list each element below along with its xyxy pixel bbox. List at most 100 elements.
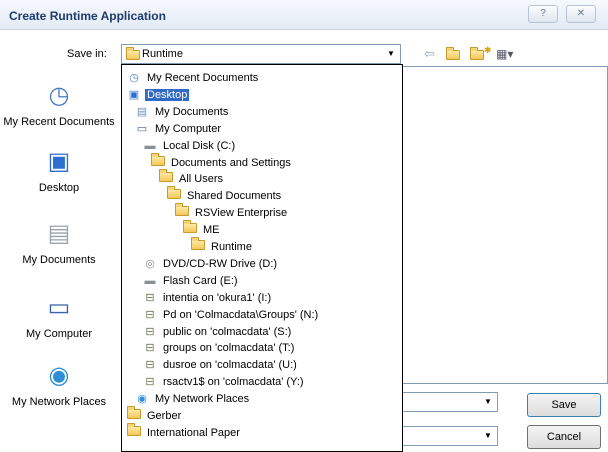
my-computer-icon: ▭ xyxy=(47,294,71,321)
folder-icon xyxy=(150,152,166,170)
dropdown-item-label: groups on 'colmacdata' (T:) xyxy=(163,342,295,355)
close-button[interactable]: ✕ xyxy=(566,5,596,23)
folder-icon xyxy=(158,169,174,186)
recent-documents-icon: ◷ xyxy=(48,82,70,109)
my-documents-icon: ▤ xyxy=(136,105,148,118)
views-menu-icon[interactable]: ▦▾ xyxy=(496,46,513,62)
dropdown-item[interactable]: ▣ Desktop xyxy=(126,87,190,103)
dropdown-item-label: Shared Documents xyxy=(187,190,282,203)
dropdown-item[interactable]: ◷ My Recent Documents xyxy=(126,70,260,86)
dropdown-item-label: All Users xyxy=(179,173,224,186)
dropdown-item[interactable]: ◎ DVD/CD-RW Drive (D:) xyxy=(142,256,279,272)
dropdown-item-label: Documents and Settings xyxy=(171,156,291,169)
dropdown-item-label: public on 'colmacdata' (S:) xyxy=(163,325,292,338)
dropdown-item[interactable]: Runtime xyxy=(190,237,254,255)
place-network-places[interactable]: ◉ My Network Places xyxy=(0,360,118,408)
dropdown-item-label: Local Disk (C:) xyxy=(163,139,236,152)
file-type-field[interactable]: ▼ xyxy=(400,426,498,446)
dropdown-item-label: intentia on 'okura1' (I:) xyxy=(163,291,272,304)
title-bar: Create Runtime Application ? ✕ xyxy=(0,0,608,30)
desktop-icon: ▣ xyxy=(128,88,140,101)
chevron-down-icon[interactable]: ▼ xyxy=(383,46,399,62)
dropdown-item[interactable]: ⊟ dusroe on 'colmacdata' (U:) xyxy=(142,357,299,373)
network-drive-icon: ⊟ xyxy=(145,325,155,338)
dropdown-item-label: rsactv1$ on 'colmacdata' (Y:) xyxy=(163,376,304,389)
dropdown-item-label: RSView Enterprise xyxy=(195,207,288,220)
save-in-label: Save in: xyxy=(67,48,107,60)
dropdown-item[interactable]: ⊟ groups on 'colmacdata' (T:) xyxy=(142,340,296,356)
place-label: Desktop xyxy=(38,182,80,194)
my-documents-icon: ▤ xyxy=(47,220,71,247)
dropdown-item-label: My Computer xyxy=(155,122,222,135)
drive-icon: ▬ xyxy=(144,274,156,287)
dropdown-item[interactable]: Shared Documents xyxy=(166,186,283,204)
dropdown-item-label: Desktop xyxy=(145,88,190,101)
file-name-field[interactable]: ▼ xyxy=(400,392,498,412)
place-my-documents[interactable]: ▤ My Documents xyxy=(0,218,118,266)
places-bar: ◷ My Recent Documents ▣ Desktop ▤ My Doc… xyxy=(0,66,118,452)
dropdown-item[interactable]: ▤ My Documents xyxy=(134,104,230,120)
dropdown-item-label: My Recent Documents xyxy=(147,72,259,85)
dropdown-item[interactable]: Documents and Settings xyxy=(150,152,293,171)
place-label: My Recent Documents xyxy=(3,116,115,128)
network-drive-icon: ⊟ xyxy=(145,342,155,355)
place-recent-documents[interactable]: ◷ My Recent Documents xyxy=(0,80,118,128)
drive-icon: ▬ xyxy=(144,139,156,152)
network-places-icon: ◉ xyxy=(137,393,147,406)
back-icon[interactable]: ⇦ xyxy=(424,46,435,62)
place-label: My Computer xyxy=(25,328,93,340)
dropdown-item[interactable]: International Paper xyxy=(126,422,242,441)
folder-icon xyxy=(126,422,142,440)
dropdown-item[interactable]: ⊟ public on 'colmacdata' (S:) xyxy=(142,324,293,340)
dvd-drive-icon: ◎ xyxy=(145,257,155,270)
dropdown-item[interactable]: ▬ Local Disk (C:) xyxy=(142,138,237,154)
folder-icon xyxy=(126,47,140,60)
dropdown-item-label: Flash Card (E:) xyxy=(163,274,238,287)
save-button[interactable]: Save xyxy=(527,393,601,417)
dropdown-item[interactable]: ME xyxy=(182,220,222,238)
save-in-dropdown-list[interactable]: ◷ My Recent Documents ▣ Desktop ▤ My Document… xyxy=(121,64,403,452)
chevron-down-icon[interactable]: ▼ xyxy=(481,429,495,443)
network-drive-icon: ⊟ xyxy=(145,359,155,372)
dropdown-item[interactable]: ⊟ intentia on 'okura1' (I:) xyxy=(142,290,273,306)
chevron-down-icon[interactable]: ▼ xyxy=(481,395,495,409)
folder-icon xyxy=(126,406,142,423)
dropdown-item[interactable]: ⊟ Pd on 'Colmacdata\Groups' (N:) xyxy=(142,307,320,323)
recent-documents-icon: ◷ xyxy=(129,72,139,85)
dropdown-item-label: Gerber xyxy=(147,410,182,423)
dropdown-item-label: Runtime xyxy=(211,241,252,254)
dropdown-item[interactable]: Gerber xyxy=(126,406,183,424)
dropdown-item-label: Pd on 'Colmacdata\Groups' (N:) xyxy=(163,308,319,321)
help-button[interactable]: ? xyxy=(528,5,558,23)
save-in-combo[interactable]: Runtime ▼ xyxy=(121,44,401,64)
folder-icon xyxy=(190,237,206,254)
network-drive-icon: ⊟ xyxy=(145,291,155,304)
dropdown-item[interactable]: ⊟ rsactv1$ on 'colmacdata' (Y:) xyxy=(142,374,306,390)
folder-icon xyxy=(166,186,182,203)
dropdown-item[interactable]: ▭ My Computer xyxy=(134,121,223,137)
my-computer-icon: ▭ xyxy=(136,122,148,135)
window-title: Create Runtime Application xyxy=(9,9,166,23)
dropdown-item-label: dusroe on 'colmacdata' (U:) xyxy=(163,359,297,372)
place-desktop[interactable]: ▣ Desktop xyxy=(0,146,118,194)
folder-icon xyxy=(182,220,198,237)
network-drive-icon: ⊟ xyxy=(145,308,155,321)
dropdown-item-label: DVD/CD-RW Drive (D:) xyxy=(163,257,278,270)
place-my-computer[interactable]: ▭ My Computer xyxy=(0,292,118,340)
network-places-icon: ◉ xyxy=(48,362,70,389)
cancel-button[interactable]: Cancel xyxy=(527,425,601,449)
dropdown-item[interactable]: All Users xyxy=(158,169,225,187)
up-folder-icon[interactable] xyxy=(446,46,460,62)
dropdown-item-label: My Network Places xyxy=(155,393,250,406)
dropdown-item[interactable]: ▬ Flash Card (E:) xyxy=(142,273,240,289)
place-label: My Network Places xyxy=(11,396,107,408)
new-folder-icon[interactable]: ✱ xyxy=(470,45,492,62)
dropdown-item-label: International Paper xyxy=(147,426,240,439)
folder-icon xyxy=(174,203,190,220)
place-label: My Documents xyxy=(22,254,96,266)
dropdown-item-label: My Documents xyxy=(155,105,229,118)
network-drive-icon: ⊟ xyxy=(145,376,155,389)
dropdown-item[interactable]: RSView Enterprise xyxy=(174,203,289,221)
dropdown-item-label: ME xyxy=(203,224,220,237)
dropdown-item[interactable]: ◉ My Network Places xyxy=(134,391,251,407)
